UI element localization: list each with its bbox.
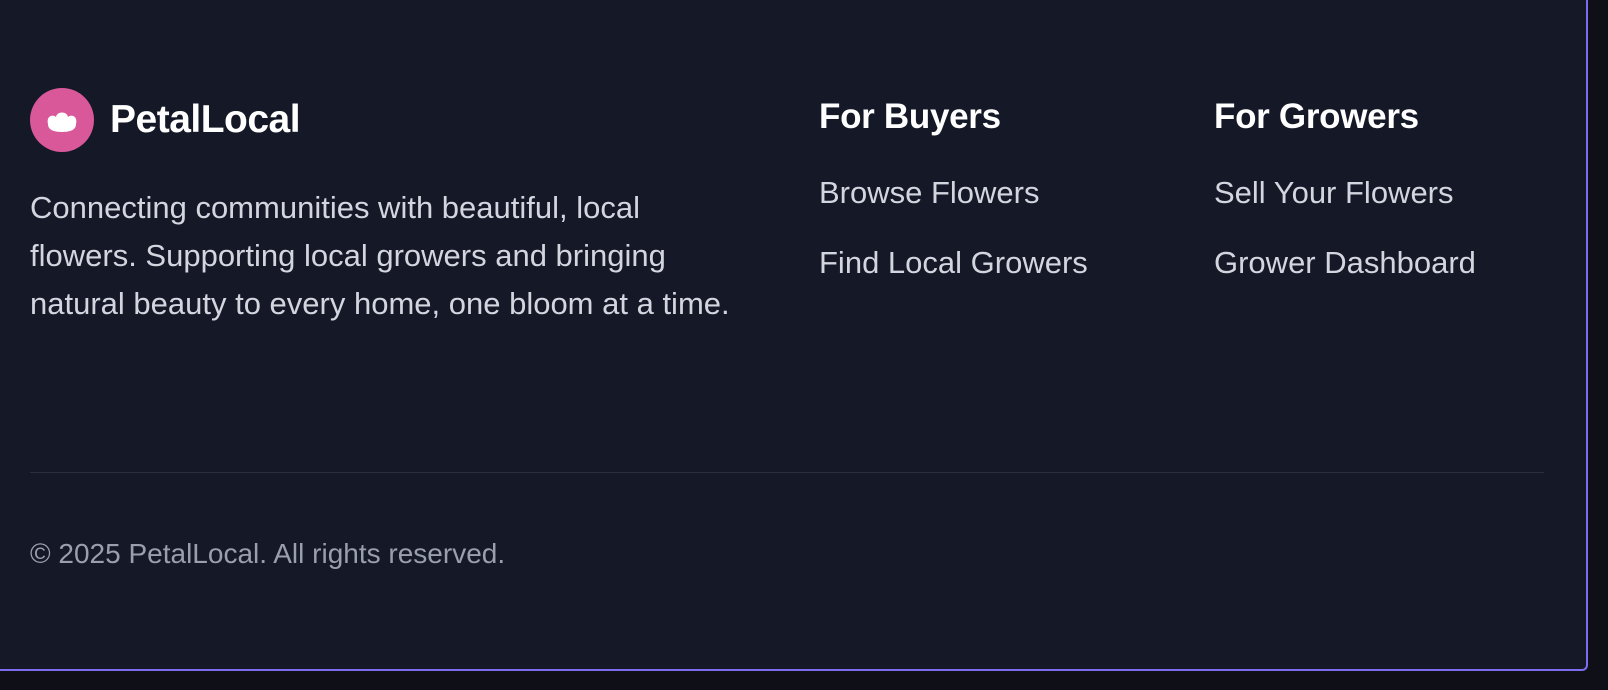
- growers-links: Sell Your Flowers Grower Dashboard: [1214, 170, 1476, 292]
- copyright-text: © 2025 PetalLocal. All rights reserved.: [30, 538, 506, 569]
- buyers-heading: For Buyers: [819, 97, 1001, 136]
- buyers-column: For Buyers Browse Flowers Find Local Gro…: [819, 94, 1088, 310]
- list-item: Grower Dashboard: [1214, 240, 1476, 292]
- brand-tagline: Connecting communities with beautiful, l…: [30, 190, 730, 321]
- footer-divider: [30, 472, 1544, 473]
- site-footer: PetalLocal Connecting communities with b…: [0, 0, 1588, 671]
- find-local-growers-link[interactable]: Find Local Growers: [819, 245, 1088, 280]
- flower-icon: [30, 88, 94, 152]
- list-item: Find Local Growers: [819, 240, 1088, 292]
- brand[interactable]: PetalLocal: [30, 88, 301, 152]
- list-item: Browse Flowers: [819, 170, 1088, 222]
- sell-your-flowers-link[interactable]: Sell Your Flowers: [1214, 175, 1454, 210]
- browse-flowers-link[interactable]: Browse Flowers: [819, 175, 1040, 210]
- growers-heading: For Growers: [1214, 97, 1419, 136]
- list-item: Sell Your Flowers: [1214, 170, 1476, 222]
- grower-dashboard-link[interactable]: Grower Dashboard: [1214, 245, 1476, 280]
- brand-name: PetalLocal: [110, 98, 301, 141]
- buyers-links: Browse Flowers Find Local Growers: [819, 170, 1088, 292]
- growers-column: For Growers Sell Your Flowers Grower Das…: [1214, 94, 1476, 310]
